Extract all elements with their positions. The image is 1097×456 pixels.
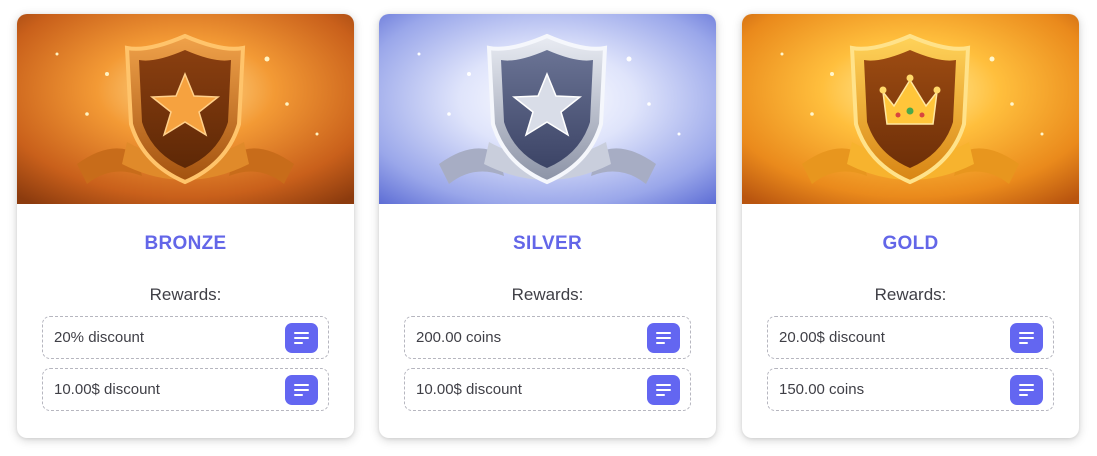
reward-item: 200.00 coins [404, 316, 691, 359]
reward-item: 20% discount [42, 316, 329, 359]
reward-details-button[interactable] [1010, 375, 1043, 405]
reward-item: 10.00$ discount [404, 368, 691, 411]
tier-title: GOLD [882, 233, 939, 254]
rewards-label: Rewards: [511, 285, 584, 304]
rewards-label: Rewards: [149, 285, 222, 304]
lines-icon [294, 384, 309, 396]
tier-card-gold: GOLD Rewards: 20.00$ discount 150.00 coi… [742, 14, 1079, 438]
reward-details-button[interactable] [285, 323, 318, 353]
lines-icon [656, 384, 671, 396]
tier-card-bronze: BRONZE Rewards: 20% discount 10.00$ disc… [17, 14, 354, 438]
reward-item: 150.00 coins [767, 368, 1054, 411]
tier-title: SILVER [512, 233, 582, 254]
lines-icon [294, 332, 309, 344]
reward-item: 20.00$ discount [767, 316, 1054, 359]
reward-text: 20% discount [54, 329, 145, 346]
gold-banner-image [742, 14, 1079, 204]
reward-details-button[interactable] [647, 323, 680, 353]
reward-text: 10.00$ discount [416, 381, 522, 398]
reward-text: 200.00 coins [416, 329, 502, 346]
reward-details-button[interactable] [285, 375, 318, 405]
tier-card-silver: SILVER Rewards: 200.00 coins 10.00$ disc… [379, 14, 716, 438]
reward-text: 10.00$ discount [54, 381, 160, 398]
bronze-banner-image [17, 14, 354, 204]
silver-banner-image [379, 14, 716, 204]
rewards-label: Rewards: [874, 285, 947, 304]
lines-icon [1019, 332, 1034, 344]
reward-details-button[interactable] [647, 375, 680, 405]
reward-item: 10.00$ discount [42, 368, 329, 411]
lines-icon [656, 332, 671, 344]
reward-text: 150.00 coins [779, 381, 865, 398]
reward-text: 20.00$ discount [779, 329, 885, 346]
tier-cards-container: BRONZE Rewards: 20% discount 10.00$ disc… [0, 0, 1097, 456]
tier-title: BRONZE [144, 233, 227, 254]
reward-details-button[interactable] [1010, 323, 1043, 353]
lines-icon [1019, 384, 1034, 396]
